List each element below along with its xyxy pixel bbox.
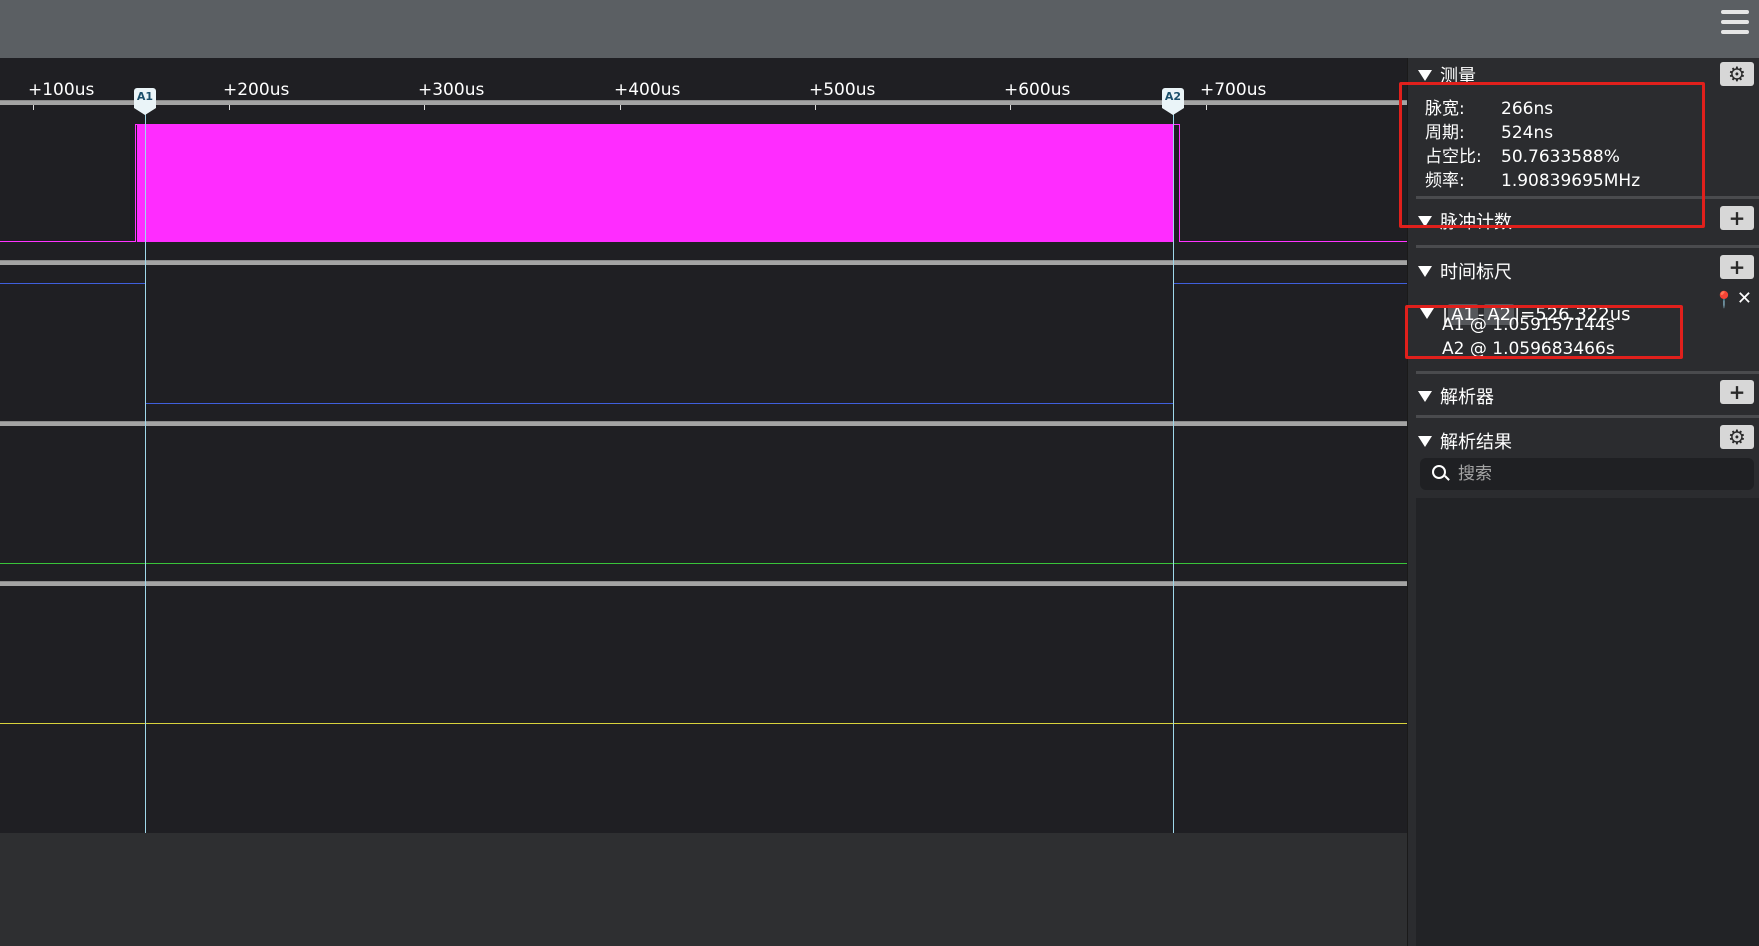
measure-row-pulse-width: 脉宽: 266ns xyxy=(1425,94,1553,119)
collapse-triangle-icon xyxy=(1418,265,1432,277)
logic-analyzer-window: +100us +200us +300us +400us +500us +600u… xyxy=(0,0,1759,946)
measure-row-duty-cycle: 占空比: 50.7633588% xyxy=(1425,142,1620,167)
measure-section-header[interactable]: 测量 xyxy=(1418,62,1476,88)
section-divider xyxy=(1416,245,1759,248)
channel-0-rising-edge xyxy=(135,124,136,242)
cursor-a1-time: A1 @ 1.059157144s xyxy=(1442,315,1615,335)
ruler-separator xyxy=(0,100,1407,105)
decode-results-title: 解析结果 xyxy=(1440,432,1512,453)
waveform-footer-area xyxy=(0,833,1407,946)
channel-0-pulse-fill xyxy=(137,124,1174,242)
search-input[interactable] xyxy=(1456,461,1740,487)
collapse-triangle-icon xyxy=(1418,215,1432,227)
measure-value: 266ns xyxy=(1501,99,1554,119)
decode-results-list[interactable] xyxy=(1416,498,1759,946)
measure-value: 1.90839695MHz xyxy=(1501,171,1641,191)
section-divider xyxy=(1416,371,1759,374)
tick-label: +700us xyxy=(1200,80,1267,100)
cursor-a2-time: A2 @ 1.059683466s xyxy=(1442,339,1615,359)
tick-label: +200us xyxy=(223,80,290,100)
channel-1-high-right xyxy=(1173,283,1407,284)
decoder-add-button[interactable]: + xyxy=(1720,380,1754,404)
channel-separator xyxy=(0,260,1407,265)
waveform-view[interactable]: +100us +200us +300us +400us +500us +600u… xyxy=(0,58,1407,833)
pin-icon[interactable]: 📍 xyxy=(1714,290,1734,309)
channel-separator xyxy=(0,421,1407,426)
channel-0-low-left xyxy=(0,241,135,242)
channel-2-trace xyxy=(0,563,1407,564)
decode-results-settings-button[interactable]: ⚙ xyxy=(1720,425,1754,449)
tick-label: +500us xyxy=(809,80,876,100)
measure-row-period: 周期: 524ns xyxy=(1425,118,1553,143)
section-divider xyxy=(1416,196,1759,199)
measure-value: 524ns xyxy=(1501,123,1554,143)
tick-label: +300us xyxy=(418,80,485,100)
pulse-count-add-button[interactable]: + xyxy=(1720,206,1754,230)
hamburger-menu-icon[interactable] xyxy=(1719,6,1751,40)
measure-row-frequency: 频率: 1.90839695MHz xyxy=(1425,166,1640,191)
top-toolbar xyxy=(0,0,1759,58)
time-ruler-section-header[interactable]: 时间标尺 xyxy=(1418,258,1512,284)
measure-label: 频率: xyxy=(1425,171,1465,191)
channel-1-high-left xyxy=(0,283,145,284)
measure-title: 测量 xyxy=(1440,66,1476,87)
right-panel: 测量 ⚙ 脉宽: 266ns 周期: 524ns 占空比: 50.7633588% 频… xyxy=(1407,58,1759,946)
channel-separator xyxy=(0,581,1407,586)
search-icon xyxy=(1432,465,1446,479)
time-ruler-title: 时间标尺 xyxy=(1440,262,1512,283)
decode-results-search[interactable] xyxy=(1420,458,1754,490)
measure-label: 周期: xyxy=(1425,123,1465,143)
measure-value: 50.7633588% xyxy=(1501,147,1620,167)
tick-label: +100us xyxy=(28,80,95,100)
cursor-a1-flag[interactable]: A1 xyxy=(134,88,156,115)
channel-1-low xyxy=(145,403,1173,404)
decode-results-section-header[interactable]: 解析结果 xyxy=(1418,428,1512,454)
section-divider xyxy=(1416,415,1759,418)
tick-label: +600us xyxy=(1004,80,1071,100)
pulse-count-section-header[interactable]: 脉冲计数 xyxy=(1418,208,1512,234)
collapse-triangle-icon xyxy=(1418,69,1432,81)
channel-3-trace xyxy=(0,723,1407,724)
close-icon[interactable]: ✕ xyxy=(1737,288,1752,309)
cursor-a1-line[interactable] xyxy=(145,110,146,833)
measure-settings-button[interactable]: ⚙ xyxy=(1720,62,1754,86)
channel-0-falling-edge xyxy=(1179,124,1180,242)
pulse-count-title: 脉冲计数 xyxy=(1440,212,1512,233)
collapse-triangle-icon xyxy=(1418,390,1432,402)
decoder-title: 解析器 xyxy=(1440,387,1494,408)
measure-label: 占空比: xyxy=(1425,147,1482,167)
cursor-a2-line[interactable] xyxy=(1173,110,1174,833)
collapse-triangle-icon xyxy=(1418,435,1432,447)
time-ruler-add-button[interactable]: + xyxy=(1720,255,1754,279)
decoder-section-header[interactable]: 解析器 xyxy=(1418,383,1494,409)
expand-triangle-icon xyxy=(1420,307,1434,319)
cursor-a2-flag[interactable]: A2 xyxy=(1162,88,1184,115)
channel-0-low-right xyxy=(1179,241,1407,242)
measure-label: 脉宽: xyxy=(1425,99,1465,119)
tick-label: +400us xyxy=(614,80,681,100)
